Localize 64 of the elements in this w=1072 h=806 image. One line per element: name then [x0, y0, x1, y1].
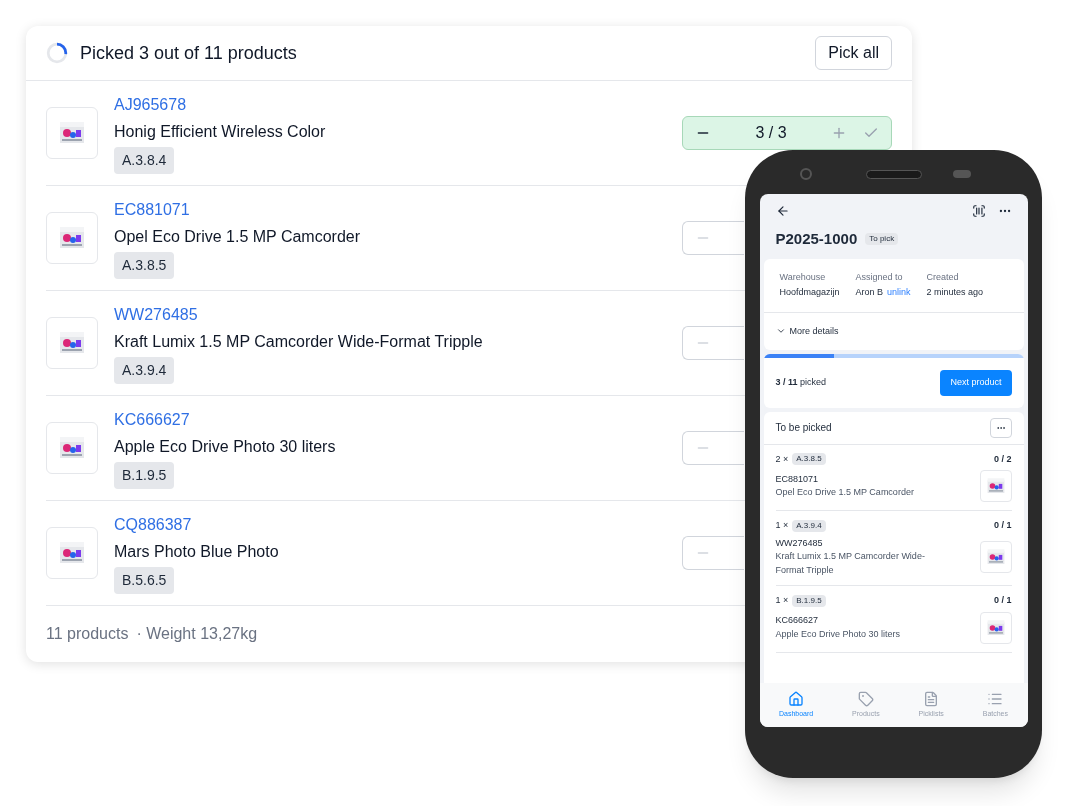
- status-badge: To pick: [865, 233, 899, 246]
- location-badge: B.1.9.5: [792, 594, 826, 607]
- picklist-title: P2025-1000: [775, 229, 858, 249]
- item-name: Opel Eco Drive 1.5 MP Camcorder: [775, 486, 915, 499]
- progress-ring: [46, 42, 68, 64]
- barcode-icon[interactable]: [971, 204, 986, 218]
- product-name: Mars Photo Blue Photo: [114, 541, 280, 562]
- back-icon[interactable]: [775, 204, 790, 218]
- detail-value: Aron B: [855, 286, 884, 299]
- quantity-stepper[interactable]: 3 / 3: [682, 116, 892, 150]
- item-count: 0 / 2: [994, 452, 1012, 466]
- total-weight: · Weight 13,27kg: [136, 624, 258, 644]
- location-badge: B.1.9.5: [114, 461, 175, 489]
- quantity-stepper[interactable]: [682, 221, 744, 255]
- product-sku-link[interactable]: EC881071: [114, 197, 666, 222]
- item-sku: WW276485: [775, 536, 824, 550]
- product-sku-link[interactable]: KC666627: [114, 407, 666, 432]
- tag-icon: [857, 690, 874, 707]
- item-sku: EC881071: [775, 472, 820, 486]
- item-quantity: 1 ×: [775, 594, 789, 607]
- product-name: Apple Eco Drive Photo 30 liters: [114, 436, 337, 457]
- next-product-button[interactable]: Next product: [940, 370, 1012, 396]
- item-sku: KC666627: [775, 614, 820, 627]
- location-badge: A.3.8.4: [114, 146, 175, 174]
- location-badge: A.3.9.4: [114, 356, 175, 384]
- product-sku-link[interactable]: WW276485: [114, 302, 666, 327]
- product-sku-link[interactable]: AJ965678: [114, 92, 666, 117]
- detail-label: Assigned to: [855, 270, 904, 284]
- product-sku-link[interactable]: CQ886387: [114, 512, 666, 537]
- detail-label: Created: [926, 270, 960, 284]
- more-button[interactable]: [989, 417, 1012, 438]
- product-name: Honig Efficient Wireless Color: [114, 121, 327, 142]
- location-badge: A.3.9.4: [792, 519, 826, 532]
- quantity-stepper[interactable]: [682, 326, 744, 360]
- location-badge: A.3.8.5: [792, 453, 826, 466]
- location-badge: B.5.6.5: [114, 566, 175, 594]
- more-details-toggle[interactable]: More details: [763, 312, 1024, 350]
- location-badge: A.3.8.5: [114, 251, 175, 279]
- quantity-stepper[interactable]: [682, 431, 744, 465]
- home-icon: [788, 690, 805, 707]
- item-quantity: 1 ×: [775, 519, 789, 532]
- detail-value: 2 minutes ago: [926, 286, 984, 299]
- product-count: 11 products: [46, 624, 129, 644]
- list-title: To be picked: [775, 421, 832, 435]
- quantity-value: 3 / 3: [754, 123, 788, 143]
- item-count: 0 / 1: [994, 519, 1012, 532]
- sensor-icon: [953, 170, 971, 178]
- detail-value: Hoofdmagazijn: [779, 286, 840, 299]
- product-name: Opel Eco Drive 1.5 MP Camcorder: [114, 226, 361, 247]
- item-name: Kraft Lumix 1.5 MP Camcorder Wide-Format Tripple: [775, 550, 926, 577]
- picked-count: 3 / 11 picked: [775, 376, 827, 389]
- plus-icon[interactable]: [831, 125, 847, 141]
- quantity-stepper[interactable]: [682, 536, 744, 570]
- camera-icon: [800, 168, 812, 180]
- unlink-link[interactable]: unlink: [887, 286, 911, 300]
- speaker-grille: [865, 169, 922, 179]
- item-name: Apple Eco Drive Photo 30 liters: [775, 627, 902, 641]
- item-count: 0 / 1: [994, 594, 1012, 607]
- card-title: Picked 3 out of 11 products: [80, 41, 298, 65]
- product-name: Kraft Lumix 1.5 MP Camcorder Wide-Format Tripple: [114, 331, 484, 352]
- pick-all-button[interactable]: Pick all: [815, 36, 892, 70]
- item-quantity: 2 ×: [775, 452, 789, 466]
- detail-label: Warehouse: [779, 270, 827, 284]
- document-icon: [923, 690, 940, 707]
